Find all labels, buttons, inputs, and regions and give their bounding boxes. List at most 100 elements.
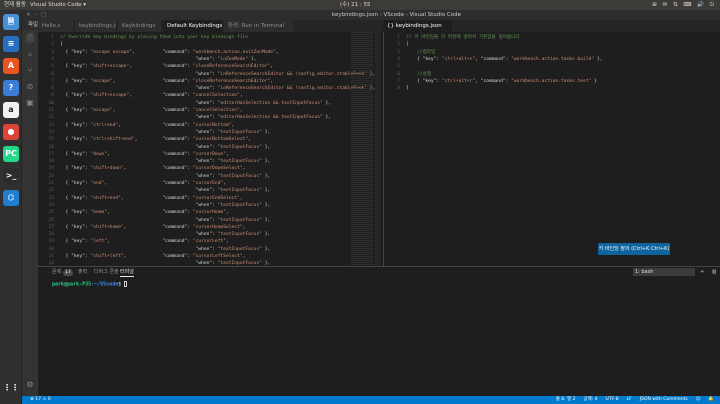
settings-gear-icon[interactable]: ⚙ (25, 380, 35, 390)
code-line[interactable]: { "key": "ctrl+shift+end", "command": "c… (60, 136, 251, 143)
vscode-icon[interactable]: ⌬ (3, 190, 19, 206)
terminal[interactable]: park@park-P35:~/VScode$ (38, 277, 720, 396)
code-line[interactable]: { "key": "ctrl+alt+r", "command": "workb… (406, 78, 597, 85)
prompt-user: park@park-P35 (52, 281, 92, 288)
debug-icon[interactable]: ⊘ (25, 82, 35, 92)
status-item[interactable]: JSON with Comments (640, 397, 688, 402)
explorer-icon[interactable]: 🗐 (25, 34, 35, 44)
help-icon[interactable]: ? (3, 80, 19, 96)
line-number: 28 (48, 232, 54, 238)
code-line[interactable]: "when": "inZenMode" }, (60, 56, 257, 63)
code-line[interactable]: //컴파일 (406, 49, 435, 56)
files-icon[interactable]: 🗎 (3, 14, 19, 30)
line-number: 27 (48, 224, 54, 230)
chrome-icon[interactable]: ● (3, 124, 19, 140)
code-line[interactable]: "when": "inReferenceSearchEditor && !con… (60, 71, 376, 78)
line-number: 31 (48, 254, 54, 259)
code-line[interactable]: { "key": "ctrl+end", "command": "cursorB… (60, 122, 235, 129)
activities-button[interactable]: 현재 활동 (4, 0, 26, 10)
code-line[interactable]: { "key": "shift+escape", "command": "clo… (60, 63, 274, 70)
line-number: 3 (51, 49, 54, 55)
code-line[interactable]: { "key": "escape escape", "command": "wo… (60, 49, 279, 56)
editor-tab[interactable]: Keybindings (118, 20, 162, 32)
code-line[interactable]: "when": "textInputFocus" }, (60, 202, 271, 209)
code-line[interactable]: { "key": "escape", "command": "closeRefe… (60, 78, 274, 85)
status-item[interactable]: 줄 8, 열 2 (556, 397, 576, 402)
code-line[interactable]: { "key": "home", "command": "cursorHome"… (60, 209, 229, 216)
code-line[interactable]: ] (406, 85, 409, 92)
line-number: 21 (48, 181, 54, 186)
line-number: 29 (48, 239, 54, 245)
line-number: 16 (48, 144, 54, 150)
code-line[interactable]: "when": "textInputFocus" }, (60, 158, 271, 165)
line-number: 22 (48, 188, 54, 194)
tab-terminal[interactable]: 터미널 (120, 267, 134, 277)
status-item[interactable]: 공백: 4 (583, 397, 597, 402)
source-control-icon[interactable]: ⑂ (25, 66, 35, 76)
code-line[interactable]: // 키 바인딩을 이 파일에 넣어서 기본값을 덮어씁니다. (406, 34, 522, 41)
scrollbar[interactable] (375, 32, 381, 266)
pycharm-icon[interactable]: PC (3, 146, 19, 162)
extensions-icon[interactable]: ▣ (25, 98, 35, 108)
code-line[interactable]: "when": "textInputFocus" }, (60, 144, 271, 151)
code-line[interactable]: "when": "editorHasSelection && textInput… (60, 100, 332, 107)
code-line[interactable]: "when": "textInputFocus" }, (60, 173, 271, 180)
line-number: 2 (51, 42, 54, 48)
code-line[interactable]: [ (406, 41, 409, 48)
code-line[interactable]: "when": "inReferenceSearchEditor && !con… (60, 85, 376, 92)
code-line[interactable]: "when": "textInputFocus" }, (60, 187, 271, 194)
search-icon[interactable]: ⌕ (25, 50, 35, 60)
status-item[interactable]: ☺ (696, 397, 701, 402)
code-line[interactable]: // Override key bindings by placing them… (60, 34, 251, 41)
code-line[interactable]: "when": "editorHasSelection && textInput… (60, 114, 332, 121)
editor-tab[interactable]: Hello.c (38, 20, 74, 32)
line-number: 20 (48, 173, 54, 179)
code-line[interactable]: { "key": "down", "command": "cursorDown"… (60, 151, 229, 158)
code-line[interactable]: "when": "textInputFocus" }, (60, 217, 271, 224)
line-number: 3 (397, 49, 400, 55)
code-line[interactable]: "when": "textInputFocus" }, (60, 129, 271, 136)
status-item[interactable]: LF (627, 397, 632, 402)
code-line[interactable]: { "key": "shift+down", "command": "curso… (60, 165, 246, 172)
code-line[interactable]: { "key": "left", "command": "cursorLeft"… (60, 238, 229, 245)
terminal-select[interactable]: 1: bash (633, 268, 695, 276)
status-item[interactable]: UTF-8 (606, 397, 619, 402)
window-controls[interactable]: ✕ – ▢ (26, 10, 47, 20)
code-line[interactable]: { "key": "shift+escape", "command": "can… (60, 92, 243, 99)
code-line[interactable]: { "key": "escape", "command": "cancelSel… (60, 107, 243, 114)
editor-tab[interactable]: keybindings.json (75, 20, 117, 32)
status-bar: ⊗ 17 ⚠ 0 줄 8, 열 2 공백: 4 UTF-8 LF JSON with C… (22, 396, 720, 404)
code-line[interactable]: { "key": "end", "command": "cursorEnd", (60, 180, 226, 187)
line-number: 6 (397, 71, 400, 77)
system-tray[interactable]: ⊞ ✉ ⇅ ⌨ 🔊 ⏻ (652, 0, 716, 10)
terminal-icon[interactable]: >_ (3, 168, 19, 184)
minimap[interactable] (351, 32, 373, 266)
editor-tab[interactable]: Default Keybindings (163, 20, 223, 32)
code-line[interactable]: { "key": "shift+home", "command": "curso… (60, 224, 246, 231)
clock[interactable]: (수) 21 : 55 (340, 0, 370, 10)
code-line[interactable]: //실행 (406, 71, 431, 78)
window-titlebar: ✕ – ▢ keybindings.json - VScode - Visual… (22, 10, 720, 20)
line-number: 8 (51, 86, 54, 92)
define-keybinding-button[interactable]: 키 바인딩 정의 (Ctrl+K Ctrl+K) (598, 243, 670, 255)
line-number: 12 (48, 115, 54, 121)
code-line[interactable]: { "key": "shift+end", "command": "cursor… (60, 195, 243, 202)
code-line[interactable]: [ (60, 41, 63, 48)
code-line[interactable]: { "key": "ctrl+alt+c", "command": "workb… (406, 56, 602, 63)
document-icon[interactable]: ≡ (3, 36, 19, 52)
tab-keybindings-json[interactable]: {} keybindings.json (383, 20, 453, 32)
amazon-icon[interactable]: a (3, 102, 19, 118)
line-number: 6 (51, 71, 54, 77)
app-menu[interactable]: Visual Studio Code ▾ (30, 0, 86, 10)
editor-tab[interactable]: 환경: Run in Terminal (224, 20, 294, 32)
problems-status[interactable]: ⊗ 17 ⚠ 0 (30, 396, 51, 404)
apps-grid-icon[interactable]: ⋮⋮ (3, 380, 19, 396)
editor-user-keybindings[interactable]: 1 // 키 바인딩을 이 파일에 넣어서 기본값을 덮어씁니다. 2 [3 //컴파… (383, 32, 720, 266)
software-icon[interactable]: A (3, 58, 19, 74)
line-number: 19 (48, 166, 54, 172)
status-item[interactable]: 🔔 (708, 397, 714, 402)
code-line[interactable]: "when": "textInputFocus" }, (60, 231, 271, 238)
editor-default-keybindings[interactable]: 1 // Override key bindings by placing the… (38, 32, 383, 266)
code-line[interactable]: { "key": "shift+left", "command": "curso… (60, 253, 246, 260)
code-line[interactable]: "when": "textInputFocus" }, (60, 246, 271, 253)
